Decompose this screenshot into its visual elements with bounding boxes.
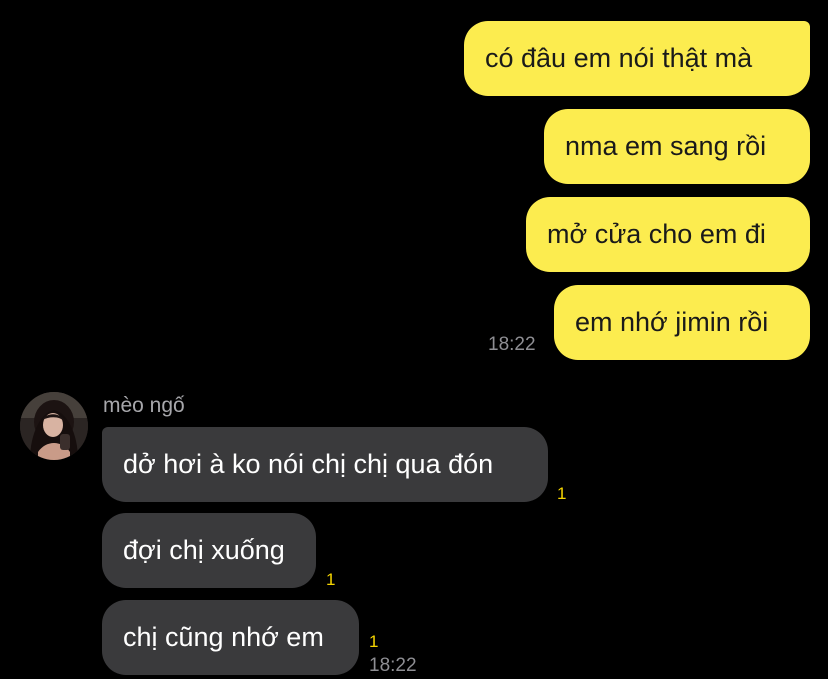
incoming-message[interactable]: đợi chị xuống <box>102 513 316 588</box>
unread-count: 1 <box>557 484 567 503</box>
message-timestamp: 18:22 <box>369 655 417 676</box>
outgoing-message[interactable]: nma em sang rồi <box>544 109 810 184</box>
contact-name: mèo ngố <box>103 394 185 417</box>
outgoing-message[interactable]: mở cửa cho em đi <box>526 197 810 272</box>
outgoing-message[interactable]: em nhớ jimin rồi <box>554 285 810 360</box>
contact-avatar[interactable] <box>20 392 88 460</box>
incoming-message[interactable]: dở hơi à ko nói chị chị qua đón <box>102 427 548 502</box>
outgoing-message[interactable]: có đâu em nói thật mà <box>464 21 810 96</box>
incoming-message[interactable]: chị cũng nhớ em <box>102 600 359 675</box>
profile-photo-icon <box>20 392 88 460</box>
unread-count: 1 <box>326 570 336 589</box>
unread-count: 1 <box>369 632 379 651</box>
message-timestamp: 18:22 <box>488 334 536 355</box>
